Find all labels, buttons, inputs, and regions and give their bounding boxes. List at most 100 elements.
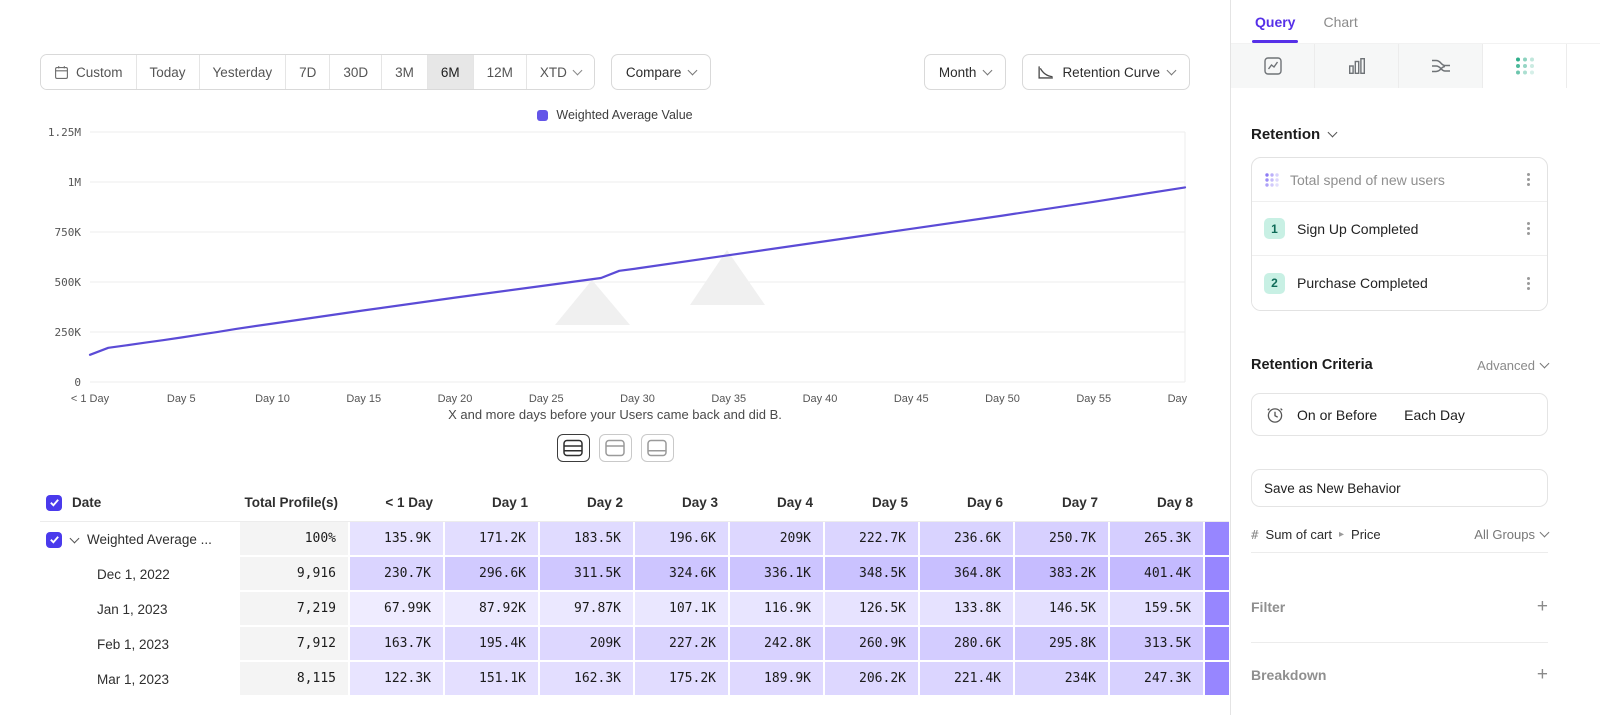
range-xtd[interactable]: XTD [527,55,594,89]
add-filter-button[interactable]: + [1537,597,1548,616]
x-axis-caption: X and more days before your Users came b… [40,407,1190,422]
retention-value-cell[interactable]: 295.8K [1015,627,1110,662]
retention-value-cell[interactable]: 195.4K [445,627,540,662]
retention-value-cell[interactable]: 189.9K [730,662,825,697]
checkbox[interactable] [46,532,62,548]
row-label-date[interactable]: Dec 1, 2022 [40,557,240,592]
retention-value-cell[interactable]: 296.6K [445,557,540,592]
expand-chevron-icon[interactable] [70,534,80,544]
range-custom[interactable]: Custom [41,55,137,89]
timing-mode-dropdown[interactable]: On or Before [1297,407,1377,423]
row-label-text: Weighted Average ... [87,532,212,547]
range-today[interactable]: Today [137,55,200,89]
retention-value-cell[interactable]: 183.5K [540,522,635,557]
retention-value-cell[interactable]: 209K [730,522,825,557]
range-label: 3M [395,65,414,80]
layout-toggle-header[interactable] [599,434,632,462]
retention-value-cell[interactable]: 280.6K [920,627,1015,662]
retention-value-cell[interactable]: 175.2K [635,662,730,697]
kebab-menu-icon[interactable] [1527,227,1530,230]
kebab-menu-icon[interactable] [1527,282,1530,285]
retention-value-cell[interactable]: 163.7K [350,627,445,662]
retention-value-cell[interactable]: 227.2K [635,627,730,662]
range-label: Today [150,65,186,80]
retention-value-cell[interactable]: 242.8K [730,627,825,662]
retention-value-cell[interactable]: 151.1K [445,662,540,697]
chart-view-button[interactable]: Retention Curve [1022,54,1190,90]
retention-value-cell[interactable]: 364.8K [920,557,1015,592]
chart-type-bar[interactable] [1315,44,1399,88]
retention-value-cell[interactable]: 87.92K [445,592,540,627]
retention-value-cell[interactable]: 206.2K [825,662,920,697]
x-tick-label: Day 35 [711,393,746,405]
range-6m[interactable]: 6M [428,55,474,89]
retention-value-cell[interactable]: 133.8K [920,592,1015,627]
retention-value-cell[interactable]: 250.7K [1015,522,1110,557]
timing-unit-dropdown[interactable]: Each Day [1404,407,1465,423]
retention-value-cell[interactable]: 313.5K [1110,627,1205,662]
chart-type-insights[interactable] [1231,44,1315,88]
retention-value-cell[interactable]: 97.87K [540,592,635,627]
retention-value-cell[interactable]: 162.3K [540,662,635,697]
layout-toggle-rows[interactable] [557,434,590,462]
retention-value-cell[interactable]: 401.4K [1110,557,1205,592]
step-number-badge: 2 [1264,273,1285,294]
retention-value-cell[interactable]: 159.5K [1110,592,1205,627]
compare-button[interactable]: Compare [611,54,712,90]
add-breakdown-button[interactable]: + [1537,665,1548,684]
x-tick-label: Day 25 [529,393,564,405]
retention-chart[interactable]: 0250K500K750K1M1.25M< 1 DayDay 5Day 10Da… [40,122,1190,407]
retention-value-cell[interactable]: 311.5K [540,557,635,592]
retention-value-cell[interactable]: 135.9K [350,522,445,557]
retention-value-cell[interactable]: 336.1K [730,557,825,592]
checkbox[interactable] [46,495,62,511]
range-yesterday[interactable]: Yesterday [200,55,287,89]
behavior-step[interactable]: 2Purchase Completed [1252,256,1547,310]
retention-value-cell[interactable]: 324.6K [635,557,730,592]
row-label-date[interactable]: Jan 1, 2023 [40,592,240,627]
row-label-date[interactable]: Feb 1, 2023 [40,627,240,662]
tab-chart[interactable]: Chart [1323,14,1357,43]
retention-value-cell[interactable]: 222.7K [825,522,920,557]
retention-value-cell[interactable]: 247.3K [1110,662,1205,697]
range-7d[interactable]: 7D [286,55,330,89]
retention-value-cell[interactable]: 234K [1015,662,1110,697]
granularity-button[interactable]: Month [924,54,1007,90]
retention-value-cell[interactable]: 236.6K [920,522,1015,557]
retention-value-cell[interactable]: 348.5K [825,557,920,592]
retention-value-cell[interactable]: 383.2K [1015,557,1110,592]
retention-value-cell[interactable]: 171.2K [445,522,540,557]
retention-value-cell[interactable]: 126.5K [825,592,920,627]
column-header: Day 2 [540,484,635,521]
retention-value-cell[interactable]: 221.4K [920,662,1015,697]
chart-type-flow[interactable] [1399,44,1483,88]
retention-value-cell[interactable]: 67.99K [350,592,445,627]
retention-value-cell[interactable]: 107.1K [635,592,730,627]
range-30d[interactable]: 30D [330,55,382,89]
retention-value-cell[interactable]: 116.9K [730,592,825,627]
retention-value-cell[interactable]: 209K [540,627,635,662]
range-3m[interactable]: 3M [382,55,428,89]
all-groups-dropdown[interactable]: All Groups [1474,527,1548,542]
layout-toggle-footer[interactable] [641,434,674,462]
behavior-step[interactable]: 1Sign Up Completed [1252,202,1547,256]
range-12m[interactable]: 12M [474,55,527,89]
retention-value-cell[interactable]: 265.3K [1110,522,1205,557]
kebab-menu-icon[interactable] [1527,178,1530,181]
behavior-card-header[interactable]: Total spend of new users [1252,158,1547,202]
retention-value-cell[interactable]: 122.3K [350,662,445,697]
retention-value-cell[interactable]: 146.5K [1015,592,1110,627]
save-as-new-behavior-button[interactable]: Save as New Behavior [1251,469,1548,507]
measurement-property[interactable]: Price [1351,527,1381,542]
retention-section-header[interactable]: Retention [1251,126,1548,143]
advanced-dropdown[interactable]: Advanced [1477,358,1548,373]
retention-value-cell[interactable]: 260.9K [825,627,920,662]
row-label-weighted-average[interactable]: Weighted Average ... [40,522,240,557]
tab-query[interactable]: Query [1255,14,1295,43]
x-tick-label: Day 60 [1168,393,1190,405]
retention-value-cell[interactable]: 230.7K [350,557,445,592]
row-label-date[interactable]: Mar 1, 2023 [40,662,240,697]
retention-value-cell[interactable]: 196.6K [635,522,730,557]
chart-type-retention[interactable] [1483,44,1567,88]
measurement-event[interactable]: Sum of cart [1266,527,1332,542]
